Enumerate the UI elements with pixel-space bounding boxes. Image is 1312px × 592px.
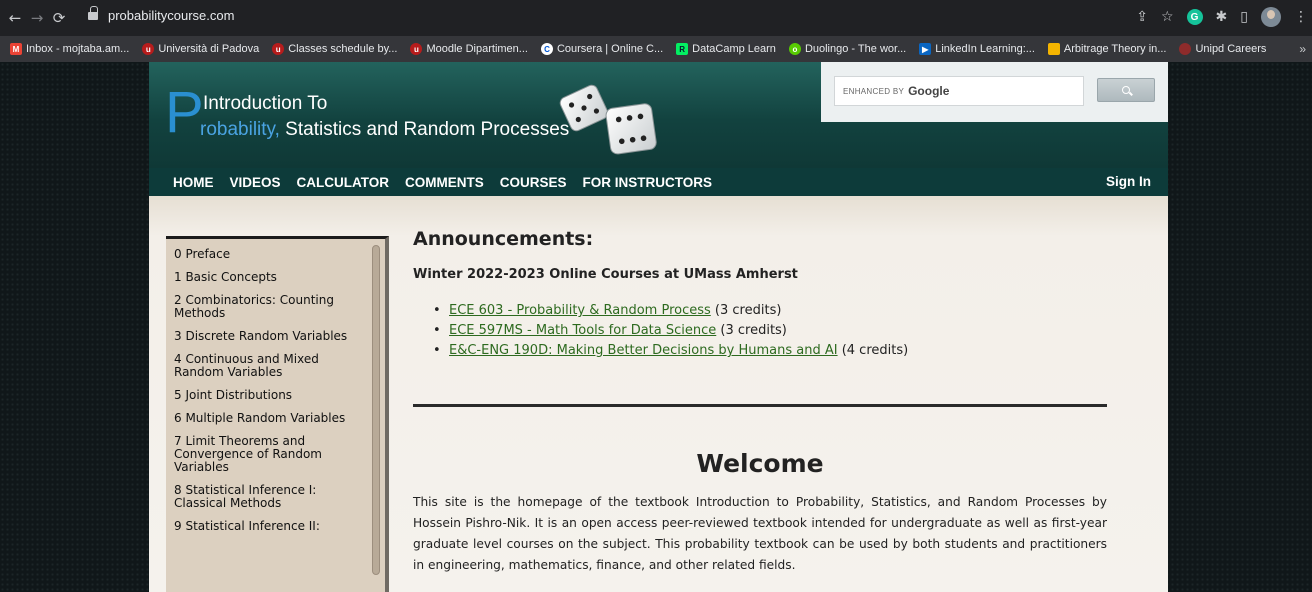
course-link[interactable]: ECE 603 - Probability & Random Process bbox=[449, 303, 711, 318]
course-list-item: E&C-ENG 190D: Making Better Decisions by… bbox=[433, 341, 908, 361]
bookmark-item[interactable]: Unipd Careers bbox=[1179, 43, 1266, 55]
course-credits: (3 credits) bbox=[710, 303, 782, 318]
menu-kebab-icon[interactable]: ⋮ bbox=[1294, 9, 1308, 25]
bookmark-label: DataCamp Learn bbox=[692, 43, 776, 55]
search-input[interactable]: ENHANCED BY Google bbox=[834, 76, 1084, 106]
sidebar-chapter-link[interactable]: 3 Discrete Random Variables bbox=[174, 326, 364, 349]
logo-title-line1[interactable]: Introduction To bbox=[203, 93, 327, 115]
unipd-icon: u bbox=[142, 43, 155, 55]
bookmark-item[interactable]: M Inbox - mojtaba.am... bbox=[10, 43, 129, 55]
unipd-icon: u bbox=[272, 43, 285, 55]
sidebar-chapter-link[interactable]: 9 Statistical Inference II: bbox=[174, 516, 364, 539]
duolingo-icon: o bbox=[788, 43, 801, 55]
announcements-subtitle: Winter 2022-2023 Online Courses at UMass… bbox=[413, 267, 798, 282]
logo-title-line2[interactable]: robability, Statistics and Random Proces… bbox=[200, 119, 569, 141]
sidebar-chapter-link[interactable]: 2 Combinatorics: Counting Methods bbox=[174, 290, 364, 326]
url-text[interactable]: probabilitycourse.com bbox=[108, 8, 234, 23]
bookmark-item[interactable]: o Duolingo - The wor... bbox=[788, 43, 907, 55]
bookmark-item[interactable]: u Moodle Dipartimen... bbox=[410, 43, 528, 55]
sign-in-link[interactable]: Sign In bbox=[1106, 174, 1151, 189]
course-list: ECE 603 - Probability & Random Process (… bbox=[433, 301, 908, 361]
search-button[interactable] bbox=[1097, 78, 1155, 102]
bookmark-item[interactable]: Arbitrage Theory in... bbox=[1047, 43, 1167, 55]
datacamp-icon: R bbox=[676, 43, 689, 55]
bookmark-label: Duolingo - The wor... bbox=[804, 43, 907, 55]
chapter-sidebar: 0 Preface 1 Basic Concepts 2 Combinatorics… bbox=[166, 236, 389, 592]
course-link[interactable]: ECE 597MS - Math Tools for Data Science bbox=[449, 323, 716, 338]
nav-item-calculator[interactable]: CALCULATOR bbox=[297, 175, 390, 190]
back-arrow-icon[interactable]: ← bbox=[4, 9, 26, 27]
logo-rest: Statistics and Random Processes bbox=[279, 119, 570, 140]
bookmark-label: Inbox - mojtaba.am... bbox=[26, 43, 130, 55]
sidebar-scrollbar[interactable] bbox=[372, 245, 380, 575]
search-box: ENHANCED BY Google bbox=[821, 62, 1168, 122]
address-row: ← → ⟳ probabilitycourse.com ⇪ ☆ G ✱ ▯ ⋮ bbox=[0, 0, 1312, 36]
course-list-item: ECE 597MS - Math Tools for Data Science … bbox=[433, 321, 908, 341]
sidebar-chapter-link[interactable]: 0 Preface bbox=[174, 244, 364, 267]
toolbar-icons: ⇪ ☆ G ✱ ▯ ⋮ bbox=[1136, 6, 1308, 28]
bookmark-label: LinkedIn Learning:... bbox=[935, 43, 1035, 55]
bookmark-item[interactable]: u Università di Padova bbox=[142, 43, 259, 55]
section-divider bbox=[413, 404, 1107, 407]
coursera-icon: C bbox=[540, 43, 553, 55]
nav-item-home[interactable]: HOME bbox=[173, 175, 214, 190]
star-icon[interactable]: ☆ bbox=[1161, 9, 1174, 25]
course-credits: (3 credits) bbox=[716, 323, 787, 338]
bookmark-label: Classes schedule by... bbox=[288, 43, 398, 55]
main-nav: HOME VIDEOS CALCULATOR COMMENTS COURSES FOR I… bbox=[149, 168, 1168, 196]
bookmark-label: Unipd Careers bbox=[1195, 43, 1267, 55]
logo-letter-p[interactable]: P bbox=[165, 84, 204, 142]
bookmark-label: Arbitrage Theory in... bbox=[1063, 43, 1167, 55]
address-bar[interactable]: probabilitycourse.com bbox=[74, 4, 1144, 26]
dice-icon bbox=[559, 84, 657, 155]
careers-icon bbox=[1179, 43, 1192, 55]
welcome-title: Welcome bbox=[696, 449, 824, 478]
bookmark-item[interactable]: C Coursera | Online C... bbox=[540, 43, 664, 55]
grammarly-icon[interactable]: G bbox=[1186, 9, 1203, 25]
welcome-text: This site is the homepage of the textboo… bbox=[413, 495, 1107, 572]
announcements-title: Announcements: bbox=[413, 228, 594, 250]
search-enhanced-label: ENHANCED BY bbox=[843, 86, 905, 96]
bookmark-item[interactable]: u Classes schedule by... bbox=[272, 43, 397, 55]
gmail-icon: M bbox=[10, 43, 22, 55]
nav-item-courses[interactable]: COURSES bbox=[500, 175, 567, 190]
sidebar-chapter-link[interactable]: 4 Continuous and Mixed Random Variables bbox=[174, 349, 364, 385]
sidebar-chapter-link[interactable]: 6 Multiple Random Variables bbox=[174, 408, 364, 431]
course-link[interactable]: E&C-ENG 190D: Making Better Decisions by… bbox=[449, 343, 838, 358]
bookmark-label: Coursera | Online C... bbox=[556, 43, 664, 55]
side-panel-icon[interactable]: ▯ bbox=[1240, 9, 1248, 25]
course-credits: (4 credits) bbox=[837, 343, 909, 358]
extensions-icon[interactable]: ✱ bbox=[1216, 9, 1228, 25]
site-header: P Introduction To robability, Statistics… bbox=[149, 62, 1168, 168]
sidebar-chapter-link[interactable]: 8 Statistical Inference I: Classical Met… bbox=[174, 480, 364, 516]
bookmarks-bar: M Inbox - mojtaba.am... u Università di Pad… bbox=[0, 36, 1312, 62]
unipd-icon: u bbox=[410, 43, 423, 55]
lock-icon[interactable] bbox=[88, 6, 98, 20]
bookmark-label: Università di Padova bbox=[158, 43, 260, 55]
arbitrage-icon bbox=[1047, 43, 1060, 55]
sidebar-chapter-link[interactable]: 1 Basic Concepts bbox=[174, 267, 364, 290]
course-list-item: ECE 603 - Probability & Random Process (… bbox=[433, 301, 908, 321]
bookmark-label: Moodle Dipartimen... bbox=[426, 43, 528, 55]
bookmark-item[interactable]: R DataCamp Learn bbox=[676, 43, 776, 55]
bookmarks-overflow-icon[interactable]: » bbox=[1299, 42, 1312, 56]
sidebar-chapter-link[interactable]: 7 Limit Theorems and Convergence of Rand… bbox=[174, 431, 364, 480]
nav-item-for-instructors[interactable]: FOR INSTRUCTORS bbox=[583, 175, 713, 190]
chapter-list: 0 Preface 1 Basic Concepts 2 Combinatorics… bbox=[166, 239, 385, 539]
linkedin-learning-icon: ▶ bbox=[919, 43, 932, 55]
search-icon bbox=[1122, 86, 1130, 94]
profile-avatar[interactable] bbox=[1261, 7, 1281, 27]
nav-item-comments[interactable]: COMMENTS bbox=[405, 175, 484, 190]
logo-probability: robability, bbox=[200, 119, 280, 140]
reload-icon[interactable]: ⟳ bbox=[48, 9, 70, 27]
sidebar-chapter-link[interactable]: 5 Joint Distributions bbox=[174, 385, 364, 408]
share-icon[interactable]: ⇪ bbox=[1136, 9, 1148, 25]
forward-arrow-icon[interactable]: → bbox=[26, 9, 48, 27]
nav-item-videos[interactable]: VIDEOS bbox=[230, 175, 281, 190]
search-google-label: Google bbox=[908, 84, 950, 98]
bookmark-item[interactable]: ▶ LinkedIn Learning:... bbox=[919, 43, 1035, 55]
